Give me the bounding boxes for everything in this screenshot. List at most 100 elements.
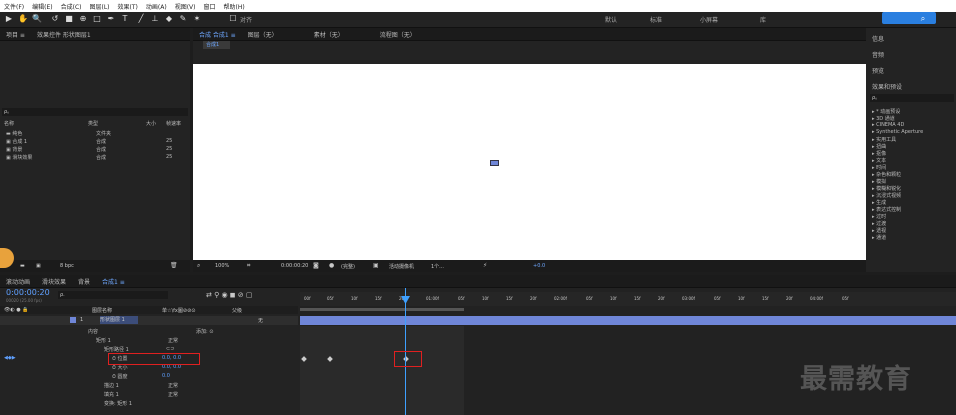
- col-layer-name[interactable]: 图层名称: [92, 307, 112, 314]
- section-effects-presets[interactable]: 效果和预设: [872, 82, 902, 91]
- snapshot-icon[interactable]: ◙: [313, 262, 319, 269]
- new-folder-icon[interactable]: ▬: [20, 263, 25, 269]
- tab-effect-controls[interactable]: 效果控件 形状图层1: [31, 30, 97, 39]
- workspace-standard[interactable]: 标准: [650, 15, 662, 24]
- brush-tool-icon[interactable]: ╱: [136, 14, 146, 24]
- views-dropdown[interactable]: 1个...: [431, 263, 444, 270]
- prop-size[interactable]: ⏱ 大小: [112, 364, 128, 371]
- layer-row[interactable]: 1 形状图层 1 无: [0, 316, 298, 325]
- region-icon[interactable]: ▣: [373, 262, 379, 269]
- color-channel-icon[interactable]: ●: [329, 262, 334, 269]
- prop-transform[interactable]: 变换: 矩形 1: [104, 400, 132, 407]
- prop-stroke-mode[interactable]: 正常: [168, 382, 178, 389]
- hand-tool-icon[interactable]: ✋: [18, 14, 28, 24]
- effect-category[interactable]: ▸ 透视: [872, 227, 886, 234]
- pan-tool-icon[interactable]: ⊕: [78, 14, 88, 24]
- bpc-label[interactable]: 8 bpc: [60, 263, 74, 269]
- work-area-bar[interactable]: [300, 308, 464, 311]
- selection-tool-icon[interactable]: ▶: [4, 14, 14, 24]
- workspace-default[interactable]: 默认: [605, 15, 617, 24]
- prop-rect1-mode[interactable]: 正常: [168, 337, 178, 344]
- rotate-tool-icon[interactable]: ↺: [50, 14, 60, 24]
- effect-category[interactable]: ▸ 沉浸式视频: [872, 192, 901, 199]
- timeline-tab-scroll[interactable]: 滚动动画: [0, 277, 36, 286]
- puppet-tool-icon[interactable]: ✶: [192, 14, 202, 24]
- comp-canvas[interactable]: [193, 64, 931, 260]
- project-search-input[interactable]: ρ。: [2, 108, 188, 116]
- stamp-tool-icon[interactable]: ⊥: [150, 14, 160, 24]
- camera-tool-icon[interactable]: ■: [64, 14, 74, 24]
- effect-category[interactable]: ▸ * 动画预设: [872, 108, 900, 115]
- menu-composition[interactable]: 合成(C): [57, 2, 86, 11]
- tab-layer[interactable]: 图层（无）: [242, 30, 284, 39]
- timeline-tab-slider[interactable]: 滑块效果: [36, 277, 72, 286]
- project-col-fps[interactable]: 帧速率: [166, 120, 181, 127]
- av-switches-icon[interactable]: 👁◐ ● 🔒: [4, 307, 28, 313]
- zoom-tool-icon[interactable]: 🔍: [32, 14, 42, 24]
- effect-category[interactable]: ▸ CINEMA 4D: [872, 122, 904, 128]
- project-col-size[interactable]: 大小: [146, 120, 156, 127]
- timeline-timecode[interactable]: 0:00:00:20: [6, 288, 50, 297]
- keyframe-nav-icon[interactable]: ◀◆▶: [4, 355, 16, 361]
- effect-category[interactable]: ▸ 扭曲: [872, 143, 886, 150]
- zoom-dropdown[interactable]: 100%: [215, 263, 229, 269]
- tab-flowchart[interactable]: 流程图（无）: [350, 30, 422, 39]
- tab-footage[interactable]: 素材（无）: [284, 30, 350, 39]
- effect-category[interactable]: ▸ Synthetic Aperture: [872, 129, 923, 135]
- effect-category[interactable]: ▸ 实用工具: [872, 136, 896, 143]
- prop-fill-mode[interactable]: 正常: [168, 391, 178, 398]
- magnifier-icon[interactable]: ⌕: [197, 262, 200, 270]
- project-item[interactable]: ▣ 合成 1: [6, 138, 27, 145]
- layer-parent[interactable]: 无: [258, 317, 263, 324]
- effect-category[interactable]: ▸ 模拟: [872, 178, 886, 185]
- effect-category[interactable]: ▸ 过时: [872, 213, 886, 220]
- section-preview[interactable]: 预览: [872, 66, 884, 75]
- col-parent[interactable]: 父级: [232, 307, 242, 314]
- roto-tool-icon[interactable]: ✎: [178, 14, 188, 24]
- menu-window[interactable]: 窗口: [199, 2, 219, 11]
- viewer-timecode[interactable]: 0:00:00:20: [281, 263, 308, 269]
- effect-category[interactable]: ▸ 模糊和锐化: [872, 185, 901, 192]
- prop-rect-path[interactable]: 矩形路径 1: [104, 346, 129, 353]
- menu-view[interactable]: 视图(V): [171, 2, 200, 11]
- menu-edit[interactable]: 编辑(E): [28, 2, 56, 11]
- effect-category[interactable]: ▸ 表达式控制: [872, 206, 901, 213]
- effect-category[interactable]: ▸ 时间: [872, 164, 886, 171]
- search-help-icon[interactable]: ⌕: [918, 14, 928, 24]
- effects-search-input[interactable]: ρ。: [870, 94, 954, 102]
- prop-rect1[interactable]: 矩形 1: [96, 337, 111, 344]
- prop-contents[interactable]: 内容: [88, 328, 98, 335]
- trash-icon[interactable]: 🗑: [170, 262, 178, 269]
- project-item[interactable]: ▬ 纯色: [6, 130, 22, 137]
- comp-tag[interactable]: 合成1: [203, 41, 230, 49]
- prop-roundness[interactable]: ⏱ 圆度: [112, 373, 128, 380]
- new-comp-icon[interactable]: ▣: [36, 263, 41, 269]
- effect-category[interactable]: ▸ 过渡: [872, 220, 886, 227]
- menu-help[interactable]: 帮助(H): [220, 2, 249, 11]
- project-item[interactable]: ▣ 滑块效果: [6, 154, 32, 161]
- timeline-tab-bg[interactable]: 背景: [72, 277, 96, 286]
- effect-category[interactable]: ▸ 通道: [872, 234, 886, 241]
- tab-project[interactable]: 项目 ≡: [0, 30, 31, 39]
- shape-layer-object[interactable]: [490, 160, 499, 166]
- menu-layer[interactable]: 图层(L): [86, 2, 114, 11]
- prop-stroke[interactable]: 描边 1: [104, 382, 119, 389]
- layer-name[interactable]: 形状图层 1: [100, 316, 138, 324]
- pen-tool-icon[interactable]: ✒: [106, 14, 116, 24]
- project-col-type[interactable]: 类型: [88, 120, 98, 127]
- align-checkbox-icon[interactable]: ☐: [228, 14, 238, 24]
- workspace-library[interactable]: 库: [760, 15, 766, 24]
- timeline-tab-comp1[interactable]: 合成1 ≡: [96, 277, 131, 286]
- project-item[interactable]: ▣ 背景: [6, 146, 22, 153]
- eraser-tool-icon[interactable]: ◆: [164, 14, 174, 24]
- section-info[interactable]: 信息: [872, 34, 884, 43]
- effect-category[interactable]: ▸ 文本: [872, 157, 886, 164]
- layer-color-label[interactable]: [70, 317, 76, 323]
- menu-effect[interactable]: 效果(T): [114, 2, 142, 11]
- prop-roundness-value[interactable]: 0.0: [162, 373, 170, 380]
- layer-duration-bar[interactable]: [300, 316, 956, 325]
- menu-file[interactable]: 文件(F): [0, 2, 28, 11]
- effect-category[interactable]: ▸ 杂色和颗粒: [872, 171, 901, 178]
- grid-icon[interactable]: ⌗: [247, 262, 250, 270]
- effect-category[interactable]: ▸ 3D 通道: [872, 115, 895, 122]
